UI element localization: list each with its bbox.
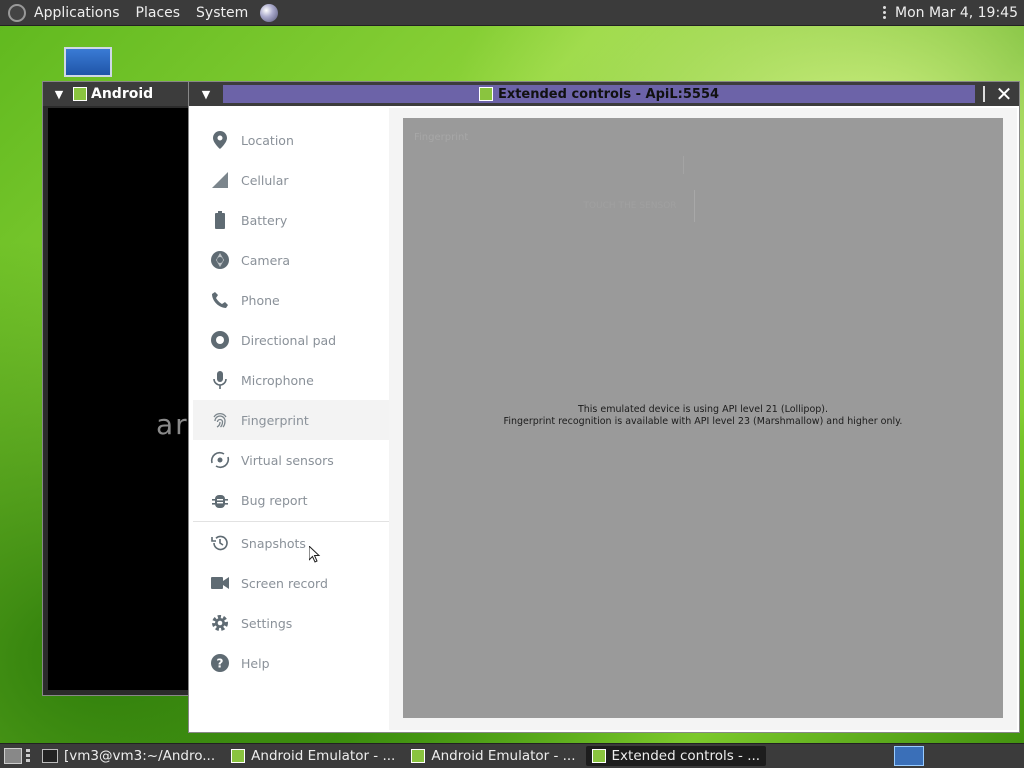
fingerprint-icon <box>209 409 231 431</box>
sidebar-item-location[interactable]: Location <box>193 120 389 160</box>
sidebar-item-battery[interactable]: Battery <box>193 200 389 240</box>
sidebar-item-label: Battery <box>241 212 288 228</box>
window-menu-chevron-icon[interactable]: ▼ <box>53 88 65 101</box>
sidebar-item-snapshots[interactable]: Snapshots <box>193 523 389 563</box>
places-menu[interactable]: Places <box>128 5 189 21</box>
emulator-screen[interactable]: ar <box>48 108 201 690</box>
android-emulator-icon <box>73 87 87 101</box>
sidebar-item-cellular[interactable]: Cellular <box>193 160 389 200</box>
terminal-icon <box>42 749 58 763</box>
fingerprint-panel-title: Fingerprint <box>414 132 469 143</box>
taskbar-item-terminal[interactable]: [vm3@vm3:~/Andro... <box>36 746 221 766</box>
android-emulator-window[interactable]: ▼ Android ar <box>42 81 202 696</box>
computer-desktop-icon[interactable] <box>64 47 112 77</box>
microphone-icon <box>209 369 231 391</box>
sidebar: Location Cellular Battery Camera Phone D… <box>193 108 389 728</box>
workspace-switcher[interactable] <box>894 746 924 766</box>
sidebar-divider <box>193 521 389 522</box>
sidebar-item-bug-report[interactable]: Bug report <box>193 480 389 520</box>
taskbar-item-label: Android Emulator - ... <box>431 748 576 764</box>
top-panel: Applications Places System Mon Mar 4, 19… <box>0 0 1024 26</box>
close-icon[interactable]: ✕ <box>993 82 1015 106</box>
dpad-icon <box>209 329 231 351</box>
mouse-cursor-icon <box>309 546 321 563</box>
sidebar-item-label: Help <box>241 655 270 671</box>
taskbar-grip[interactable] <box>26 749 30 763</box>
android-emulator-icon <box>231 749 246 763</box>
emulator-title-bar[interactable]: ▼ Android <box>43 82 201 106</box>
boot-logo-text: ar <box>156 408 189 441</box>
sidebar-item-label: Bug report <box>241 492 308 508</box>
api-message-line1: This emulated device is using API level … <box>577 404 829 415</box>
sidebar-item-label: Location <box>241 132 294 148</box>
sidebar-item-fingerprint[interactable]: Fingerprint <box>193 400 389 440</box>
sidebar-item-label: Settings <box>241 615 293 631</box>
sidebar-item-label: Screen record <box>241 575 328 591</box>
android-emulator-icon <box>478 87 493 101</box>
phone-icon <box>209 289 231 311</box>
applications-menu[interactable]: Applications <box>26 5 128 21</box>
panel-overflow-icon[interactable] <box>883 6 887 19</box>
sidebar-item-phone[interactable]: Phone <box>193 280 389 320</box>
sidebar-item-help[interactable]: ? Help <box>193 643 389 683</box>
sidebar-item-label: Snapshots <box>241 535 306 551</box>
cellular-signal-icon <box>209 169 231 191</box>
sidebar-item-label: Directional pad <box>241 332 337 348</box>
sidebar-item-label: Camera <box>241 252 291 268</box>
sidebar-item-camera[interactable]: Camera <box>193 240 389 280</box>
battery-icon <box>209 209 231 231</box>
fingerprint-panel: Fingerprint TOUCH THE SENSOR This emulat… <box>403 118 1003 718</box>
window-menu-chevron-icon[interactable]: ▼ <box>189 88 223 101</box>
taskbar-item-label: [vm3@vm3:~/Andro... <box>64 748 216 764</box>
sidebar-item-virtual-sensors[interactable]: Virtual sensors <box>193 440 389 480</box>
taskbar-item-android-emulator-1[interactable]: Android Emulator - ... <box>225 746 401 766</box>
clock[interactable]: Mon Mar 4, 19:45 <box>895 5 1018 21</box>
android-emulator-icon <box>591 749 606 763</box>
system-menu[interactable]: System <box>188 5 256 21</box>
emulator-window-title: Android <box>91 86 154 102</box>
title-separator <box>983 86 985 102</box>
distro-logo-icon[interactable] <box>8 3 26 22</box>
sidebar-item-label: Phone <box>241 292 280 308</box>
panel-divider <box>683 156 684 174</box>
svg-text:?: ? <box>217 657 224 671</box>
taskbar-item-extended-controls[interactable]: Extended controls - ... <box>585 746 767 766</box>
sidebar-item-screen-record[interactable]: Screen record <box>193 563 389 603</box>
dialog-title: Extended controls - ApiL:5554 <box>497 86 720 102</box>
taskbar-item-label: Extended controls - ... <box>611 748 761 764</box>
gear-icon <box>209 612 231 634</box>
taskbar-item-label: Android Emulator - ... <box>251 748 396 764</box>
extended-controls-window: ▼ Extended controls - ApiL:5554 ✕ Locati… <box>188 81 1020 733</box>
title-bar-center[interactable]: Extended controls - ApiL:5554 <box>223 85 975 103</box>
sidebar-item-label: Virtual sensors <box>241 452 334 468</box>
taskbar: [vm3@vm3:~/Andro... Android Emulator - .… <box>0 743 1024 768</box>
camera-aperture-icon <box>209 249 231 271</box>
help-icon: ? <box>209 652 231 674</box>
api-message-line2: Fingerprint recognition is available wit… <box>503 416 903 427</box>
taskbar-item-android-emulator-2[interactable]: Android Emulator - ... <box>405 746 581 766</box>
sidebar-item-label: Cellular <box>241 172 289 188</box>
show-desktop-icon[interactable] <box>4 748 22 764</box>
virtual-sensors-icon <box>209 449 231 471</box>
sidebar-item-directional-pad[interactable]: Directional pad <box>193 320 389 360</box>
web-browser-icon[interactable] <box>260 3 279 22</box>
api-level-message: This emulated device is using API level … <box>403 404 1003 428</box>
bug-icon <box>209 489 231 511</box>
sidebar-item-label: Microphone <box>241 372 314 388</box>
location-pin-icon <box>209 129 231 151</box>
videocam-icon <box>209 572 231 594</box>
dialog-title-bar[interactable]: ▼ Extended controls - ApiL:5554 ✕ <box>189 82 1019 106</box>
touch-sensor-button[interactable]: TOUCH THE SENSOR <box>566 190 695 222</box>
sidebar-item-label: Fingerprint <box>241 412 309 428</box>
android-emulator-icon <box>411 749 426 763</box>
sidebar-item-settings[interactable]: Settings <box>193 603 389 643</box>
sidebar-item-microphone[interactable]: Microphone <box>193 360 389 400</box>
history-icon <box>209 532 231 554</box>
